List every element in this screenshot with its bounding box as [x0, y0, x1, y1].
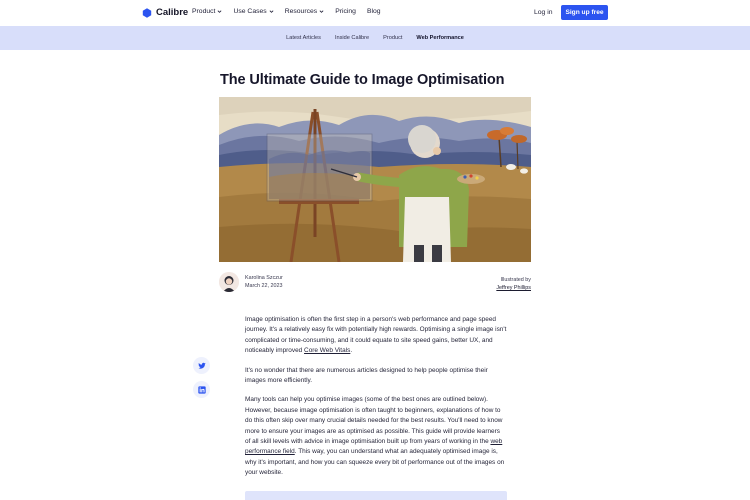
author-byline: Karolina Szczur March 22, 2023 [219, 272, 283, 292]
nav-item-label: Product [192, 8, 216, 15]
share-twitter-button[interactable] [193, 357, 210, 374]
tab-inside-calibre[interactable]: Inside Calibre [333, 35, 371, 41]
page-title: The Ultimate Guide to Image Optimisation [220, 72, 505, 88]
painter-illustration [219, 97, 531, 262]
logo[interactable]: Calibre [142, 7, 188, 18]
signup-button[interactable]: Sign up free [561, 5, 608, 20]
author-portrait-icon [219, 272, 239, 292]
blog-category-nav: Latest Articles Inside Calibre Product W… [0, 26, 750, 50]
linkedin-icon [197, 385, 206, 394]
callout-box [245, 491, 507, 500]
illustrator-credit: Illustrated by Jeffrey Phillips [496, 276, 531, 292]
paragraph: Image optimisation is often the first st… [245, 316, 507, 355]
share-linkedin-button[interactable] [193, 381, 210, 398]
top-nav: Calibre Product Use Cases Resources Pric… [0, 0, 750, 26]
tab-latest-articles[interactable]: Latest Articles [284, 35, 323, 41]
illustrated-by-label: Illustrated by [500, 277, 531, 283]
avatar [219, 272, 239, 292]
twitter-icon [197, 362, 206, 369]
tab-web-performance[interactable]: Web Performance [414, 35, 465, 41]
nav-item-label: Resources [284, 8, 318, 15]
core-web-vitals-link[interactable]: Core Web Vitals [304, 347, 350, 354]
illustrator-link[interactable]: Jeffrey Phillips [496, 285, 531, 291]
chevron-down-icon [319, 10, 324, 13]
author-meta: Karolina Szczur March 22, 2023 [245, 274, 283, 290]
brand-name: Calibre [156, 7, 189, 18]
nav-item-label: Blog [366, 8, 381, 15]
nav-item-pricing[interactable]: Pricing [335, 8, 356, 15]
nav-item-label: Pricing [335, 8, 356, 15]
publish-date: March 22, 2023 [245, 283, 283, 289]
nav-item-blog[interactable]: Blog [367, 8, 381, 15]
nav-item-use-cases[interactable]: Use Cases [233, 8, 274, 15]
nav-item-label: Use Cases [233, 8, 267, 15]
calibre-logo-icon [142, 7, 152, 18]
tab-product[interactable]: Product [381, 35, 404, 41]
author-name[interactable]: Karolina Szczur [245, 274, 283, 282]
hero-illustration [219, 97, 531, 262]
login-link[interactable]: Log in [534, 9, 553, 16]
chevron-down-icon [269, 10, 274, 13]
nav-item-product[interactable]: Product [192, 8, 222, 15]
paragraph: Many tools can help you optimise images … [245, 396, 505, 477]
paragraph: It's no wonder that there are numerous a… [245, 366, 488, 385]
article-body: Image optimisation is often the first st… [245, 315, 507, 488]
main-menu: Product Use Cases Resources Pricing Blog [192, 8, 381, 15]
chevron-down-icon [217, 10, 222, 13]
nav-item-resources[interactable]: Resources [285, 8, 325, 15]
